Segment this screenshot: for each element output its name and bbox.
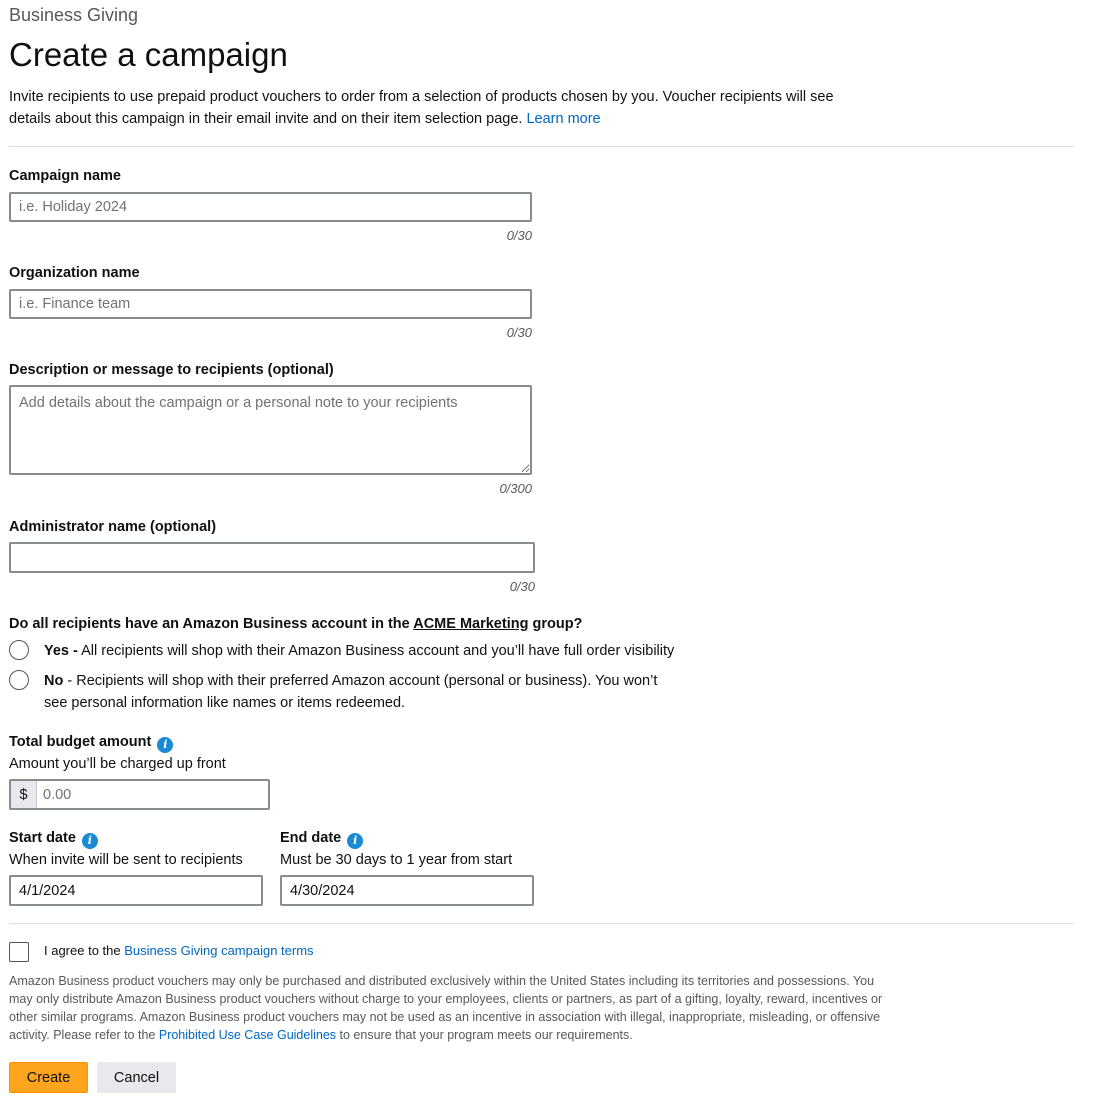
radio-yes-label[interactable]: Yes - All recipients will shop with thei…	[44, 640, 704, 662]
account-question-suffix: group?	[532, 616, 583, 632]
end-date-label-text: End date	[280, 830, 342, 846]
administrator-name-label: Administrator name (optional)	[9, 519, 217, 535]
prohibited-use-link[interactable]: Prohibited Use Case Guidelines	[159, 1028, 336, 1042]
breadcrumb[interactable]: Business Giving	[9, 5, 138, 26]
info-icon[interactable]: i	[157, 737, 174, 753]
campaign-name-counter: 0/30	[506, 228, 532, 243]
campaign-name-input[interactable]	[9, 192, 532, 222]
divider	[9, 146, 1074, 147]
account-question: Do all recipients have an Amazon Busines…	[9, 616, 582, 632]
currency-prefix: $	[11, 781, 37, 808]
organization-name-label: Organization name	[9, 265, 140, 281]
administrator-name-input[interactable]	[9, 542, 535, 573]
organization-name-input[interactable]	[9, 289, 532, 319]
group-link[interactable]: ACME Marketing	[413, 616, 528, 632]
disclaimer-tail: to ensure that your program meets our re…	[339, 1028, 633, 1042]
disclaimer-text: Amazon Business product vouchers may onl…	[9, 972, 889, 1044]
radio-yes[interactable]	[9, 640, 29, 660]
page-title: Create a campaign	[9, 36, 288, 73]
budget-label: Total budget amount i	[9, 734, 174, 753]
agree-text: I agree to the	[44, 943, 121, 958]
radio-no-text: - Recipients will shop with their prefer…	[44, 673, 658, 711]
start-date-label-text: Start date	[9, 830, 76, 846]
budget-sublabel: Amount you’ll be charged up front	[9, 756, 226, 772]
agree-label: I agree to the Business Giving campaign …	[44, 943, 314, 958]
radio-no[interactable]	[9, 670, 29, 690]
start-date-label: Start date i	[9, 830, 98, 849]
info-icon[interactable]: i	[347, 833, 364, 849]
start-date-input[interactable]	[9, 875, 263, 906]
end-date-input[interactable]	[280, 875, 534, 906]
description-counter: 0/300	[499, 481, 532, 496]
radio-no-label[interactable]: No - Recipients will shop with their pre…	[44, 670, 684, 714]
intro-text: Invite recipients to use prepaid product…	[9, 86, 869, 130]
end-date-label: End date i	[280, 830, 364, 849]
intro-body: Invite recipients to use prepaid product…	[9, 89, 834, 127]
cancel-button[interactable]: Cancel	[97, 1062, 176, 1093]
description-label: Description or message to recipients (op…	[9, 362, 334, 378]
budget-field: $	[9, 779, 270, 810]
budget-input[interactable]	[37, 781, 268, 808]
description-textarea[interactable]	[9, 385, 532, 475]
account-question-prefix: Do all recipients have an Amazon Busines…	[9, 616, 410, 632]
campaign-terms-link[interactable]: Business Giving campaign terms	[124, 943, 313, 958]
end-date-sublabel: Must be 30 days to 1 year from start	[280, 852, 513, 868]
radio-yes-bold: Yes -	[44, 643, 78, 659]
organization-name-counter: 0/30	[506, 325, 532, 340]
start-date-sublabel: When invite will be sent to recipients	[9, 852, 243, 868]
agree-checkbox[interactable]	[9, 942, 29, 962]
radio-yes-text: All recipients will shop with their Amaz…	[81, 643, 675, 659]
budget-label-text: Total budget amount	[9, 734, 152, 750]
administrator-name-counter: 0/30	[509, 579, 535, 594]
campaign-name-label: Campaign name	[9, 168, 121, 184]
learn-more-link[interactable]: Learn more	[526, 111, 600, 127]
divider	[9, 923, 1074, 924]
radio-no-bold: No	[44, 673, 64, 689]
create-button[interactable]: Create	[9, 1062, 88, 1093]
info-icon[interactable]: i	[81, 833, 98, 849]
